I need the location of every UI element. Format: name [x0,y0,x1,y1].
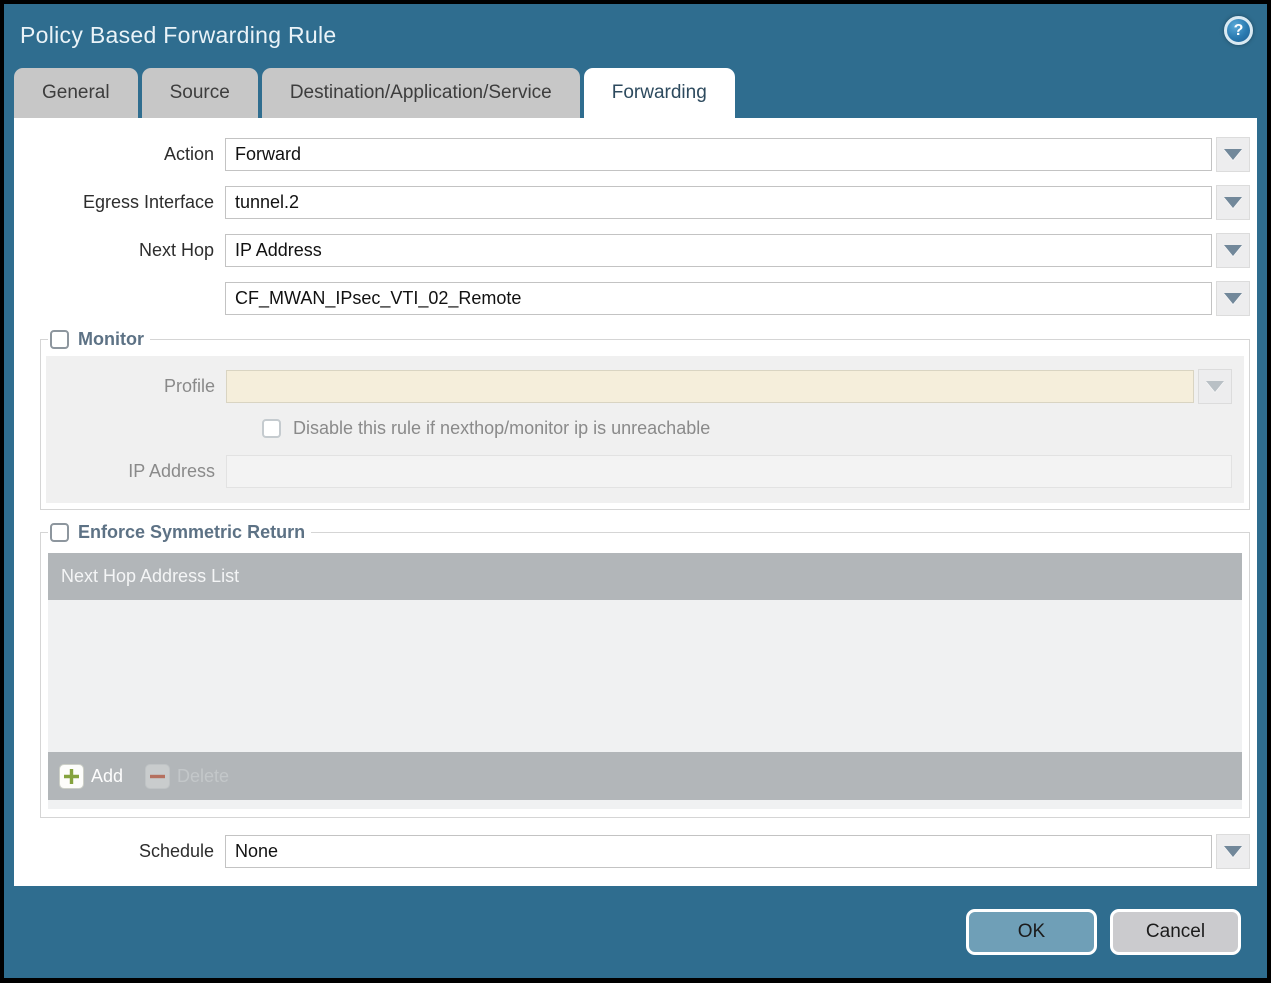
next-hop-label: Next Hop [14,240,225,261]
disable-rule-label: Disable this rule if nexthop/monitor ip … [293,418,710,439]
egress-interface-row: Egress Interface tunnel.2 [14,185,1250,220]
next-hop-address-list-body[interactable] [48,600,1242,752]
chevron-down-icon [1224,293,1242,304]
monitor-legend: Monitor [48,329,150,350]
tab-source[interactable]: Source [142,68,258,118]
monitor-ip-address-input[interactable] [226,455,1232,488]
delete-button-label: Delete [177,766,229,787]
next-hop-address-dropdown-button[interactable] [1216,281,1250,316]
schedule-select[interactable]: None [225,835,1212,868]
schedule-label: Schedule [14,841,225,862]
add-button-label: Add [91,766,123,787]
next-hop-address-list-table: Next Hop Address List Add Delete [48,553,1242,809]
monitor-panel: Profile Disable this rule if nexthop/mon… [46,356,1244,503]
tab-general[interactable]: General [14,68,138,118]
egress-interface-select[interactable]: tunnel.2 [225,186,1212,219]
action-label: Action [14,144,225,165]
tab-forwarding[interactable]: Forwarding [584,68,735,118]
monitor-fieldset: Monitor Profile Disable this rule if nex… [40,329,1250,510]
delete-button[interactable]: Delete [145,764,229,789]
ok-button[interactable]: OK [966,909,1097,955]
next-hop-address-list-toolbar: Add Delete [48,752,1242,800]
next-hop-select[interactable]: IP Address [225,234,1212,267]
forwarding-tab-panel: Action Forward Egress Interface tunnel.2… [14,118,1257,886]
title-bar: Policy Based Forwarding Rule ? [4,4,1267,66]
monitor-ip-address-label: IP Address [46,461,226,482]
chevron-down-icon [1224,149,1242,160]
profile-dropdown-button[interactable] [1198,369,1232,404]
egress-interface-dropdown-button[interactable] [1216,185,1250,220]
disable-rule-checkbox[interactable] [262,419,281,438]
enforce-symmetric-return-checkbox[interactable] [50,523,69,542]
table-bottom-strip [48,800,1242,809]
chevron-down-icon [1224,245,1242,256]
profile-label: Profile [46,376,226,397]
chevron-down-icon [1224,197,1242,208]
action-row: Action Forward [14,137,1250,172]
pbf-rule-dialog: Policy Based Forwarding Rule ? General S… [4,4,1267,978]
minus-icon [145,764,170,789]
monitor-ip-address-row: IP Address [46,455,1232,488]
chevron-down-icon [1206,381,1224,392]
action-dropdown-button[interactable] [1216,137,1250,172]
tab-bar: General Source Destination/Application/S… [4,66,1267,118]
tab-destination-application-service[interactable]: Destination/Application/Service [262,68,580,118]
next-hop-row: Next Hop IP Address [14,233,1250,268]
cancel-button[interactable]: Cancel [1110,909,1241,955]
monitor-label: Monitor [78,329,144,350]
plus-icon [59,764,84,789]
action-select[interactable]: Forward [225,138,1212,171]
disable-rule-row: Disable this rule if nexthop/monitor ip … [262,418,1244,439]
dialog-footer: OK Cancel [4,886,1267,978]
enforce-symmetric-return-fieldset: Enforce Symmetric Return Next Hop Addres… [40,522,1250,818]
next-hop-dropdown-button[interactable] [1216,233,1250,268]
enforce-symmetric-return-legend: Enforce Symmetric Return [48,522,311,543]
dialog-title: Policy Based Forwarding Rule [20,22,337,49]
next-hop-address-input[interactable]: CF_MWAN_IPsec_VTI_02_Remote [225,282,1212,315]
next-hop-address-row: CF_MWAN_IPsec_VTI_02_Remote [14,281,1250,316]
monitor-checkbox[interactable] [50,330,69,349]
next-hop-address-list-header: Next Hop Address List [48,553,1242,600]
profile-select[interactable] [226,370,1194,403]
profile-row: Profile [46,369,1232,404]
enforce-symmetric-return-label: Enforce Symmetric Return [78,522,305,543]
help-icon[interactable]: ? [1224,16,1253,45]
chevron-down-icon [1224,846,1242,857]
add-button[interactable]: Add [59,764,123,789]
schedule-dropdown-button[interactable] [1216,834,1250,869]
help-icon-glyph: ? [1234,22,1244,40]
egress-interface-label: Egress Interface [14,192,225,213]
schedule-row: Schedule None [14,834,1250,869]
